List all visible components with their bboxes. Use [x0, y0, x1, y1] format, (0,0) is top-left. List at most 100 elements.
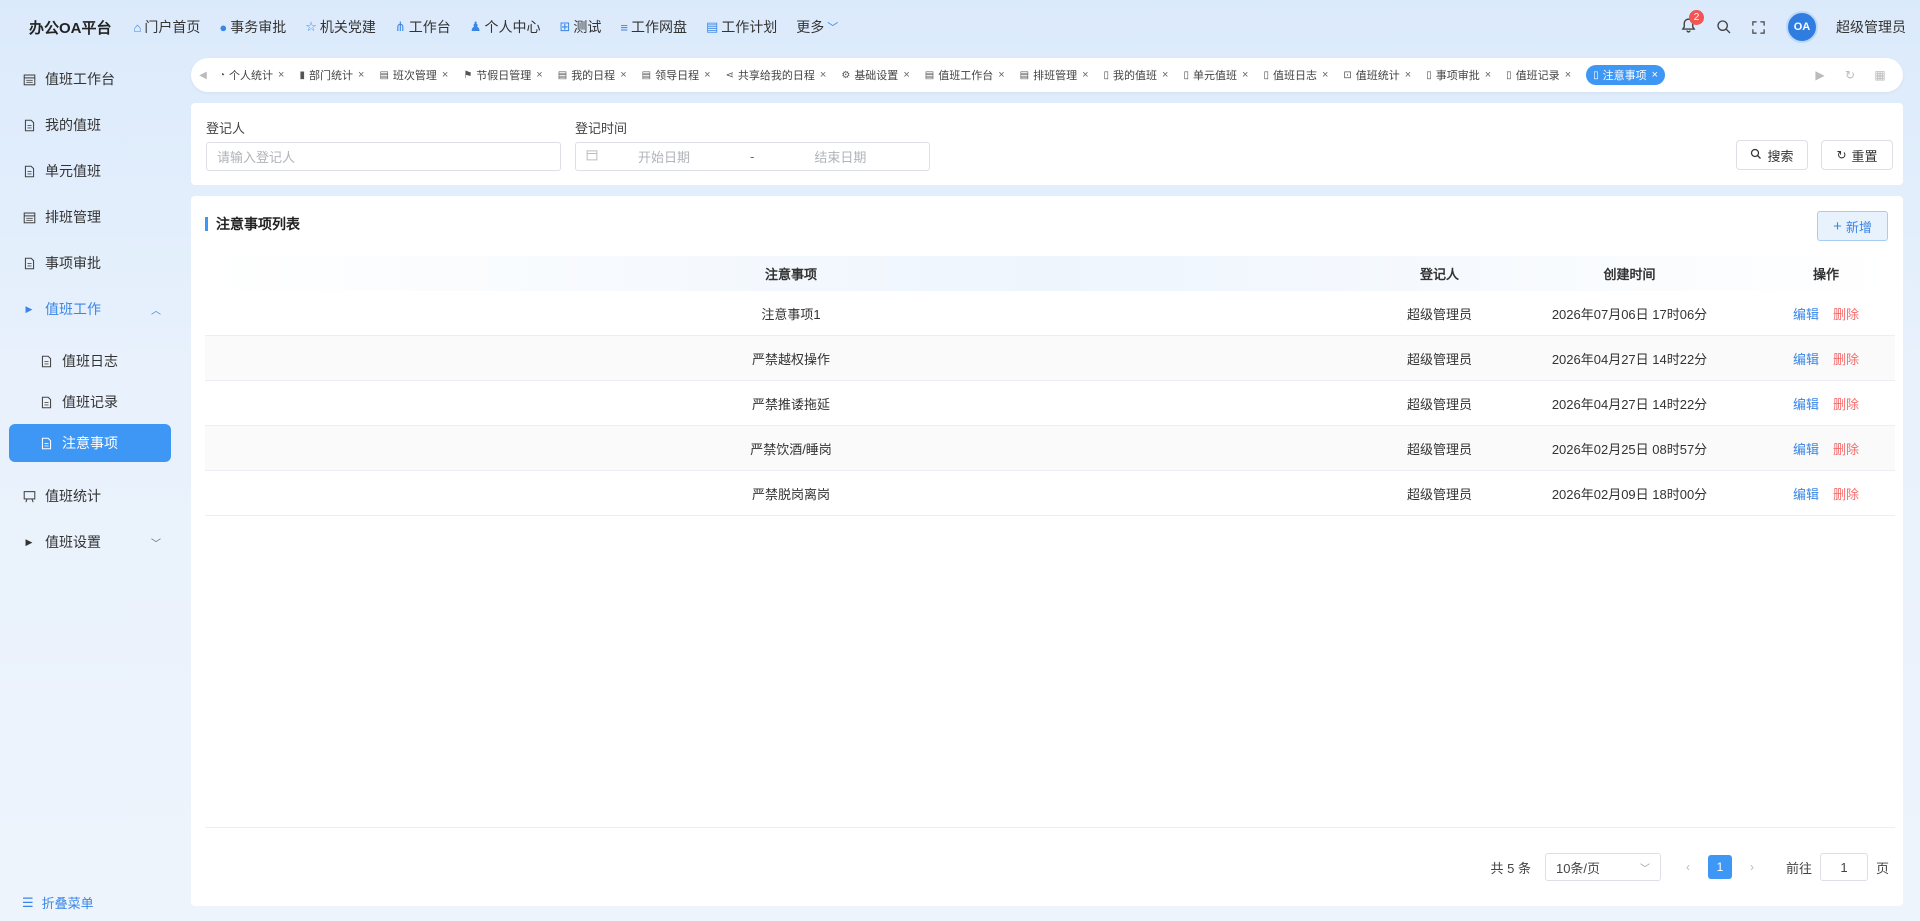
delete-link[interactable]: 删除: [1833, 397, 1859, 412]
tab-4[interactable]: ▤ 我的日程 ×: [558, 67, 627, 83]
close-icon[interactable]: ×: [820, 69, 826, 81]
tab-12[interactable]: ▯ 值班日志 ×: [1263, 67, 1328, 83]
close-icon[interactable]: ×: [1485, 69, 1491, 81]
close-icon[interactable]: ×: [442, 69, 448, 81]
tab-15[interactable]: ▯ 值班记录 ×: [1506, 67, 1571, 83]
tab-7[interactable]: ⚙ 基础设置 ×: [841, 67, 909, 83]
tab-14[interactable]: ▯ 事项审批 ×: [1426, 67, 1491, 83]
delete-link[interactable]: 删除: [1833, 352, 1859, 367]
registrant-input[interactable]: 请输入登记人: [206, 142, 561, 171]
next-page-icon[interactable]: ›: [1750, 860, 1754, 874]
tabs-scroll-right-icon[interactable]: ▶: [1805, 68, 1835, 82]
sidebar-item-unit-duty[interactable]: 单元值班: [9, 152, 171, 190]
nav-item-5[interactable]: ⊞ 测试: [559, 17, 601, 37]
sidebar-item-duty-statistics[interactable]: 值班统计: [9, 477, 171, 515]
collapse-menu-button[interactable]: ☰ 折叠菜单: [22, 893, 94, 912]
tab-2[interactable]: ▤ 班次管理 ×: [379, 67, 448, 83]
sidebar-item-approval[interactable]: 事项审批: [9, 244, 171, 282]
delete-link[interactable]: 删除: [1833, 442, 1859, 457]
plus-icon: +: [1833, 217, 1842, 235]
avatar[interactable]: OA: [1786, 11, 1818, 43]
nav-item-2[interactable]: ☆ 机关党建: [305, 17, 376, 37]
sidebar: 值班工作台 我的值班 单元值班 排班管理 事项审批 ▶ 值班工作 ︿ 值班日志 …: [0, 54, 182, 921]
edit-link[interactable]: 编辑: [1793, 487, 1819, 502]
nav-item-label: 机关党建: [319, 19, 376, 35]
nav-item-4[interactable]: ♟ 个人中心: [470, 17, 541, 37]
close-icon[interactable]: ×: [903, 69, 909, 81]
tab-10[interactable]: ▯ 我的值班 ×: [1104, 67, 1169, 83]
page-size-select[interactable]: 10条/页 ﹀: [1544, 853, 1661, 881]
refresh-icon[interactable]: ↻: [1835, 68, 1865, 82]
close-icon[interactable]: ×: [1565, 69, 1571, 81]
page-number-current[interactable]: 1: [1707, 855, 1732, 879]
nav-item-0[interactable]: ⌂ 门户首页: [134, 17, 201, 37]
close-icon[interactable]: ×: [1082, 69, 1088, 81]
tab-9[interactable]: ▤ 排班管理 ×: [1020, 67, 1089, 83]
tab-16[interactable]: ▯ 注意事项 ×: [1586, 65, 1666, 85]
close-icon[interactable]: ×: [1162, 69, 1168, 81]
column-header-registrant[interactable]: 登记人: [1377, 264, 1502, 283]
approval-icon: ●: [219, 19, 228, 35]
sidebar-item-duty-workbench[interactable]: 值班工作台: [9, 60, 171, 98]
nav-item-3[interactable]: ⋔ 工作台: [395, 17, 451, 37]
tab-label: 领导日程: [655, 70, 700, 82]
column-header-item[interactable]: 注意事项: [205, 264, 1377, 283]
document-icon: ▯: [1183, 69, 1189, 81]
edit-link[interactable]: 编辑: [1793, 397, 1819, 412]
username[interactable]: 超级管理员: [1836, 17, 1906, 37]
start-date-placeholder: 开始日期: [638, 150, 691, 165]
tab-11[interactable]: ▯ 单元值班 ×: [1183, 67, 1248, 83]
sidebar-group-duty-work[interactable]: ▶ 值班工作 ︿: [9, 290, 171, 328]
search-button[interactable]: [1714, 17, 1734, 37]
close-icon[interactable]: ×: [620, 69, 626, 81]
add-button[interactable]: + 新增: [1817, 211, 1888, 241]
edit-link[interactable]: 编辑: [1793, 442, 1819, 457]
column-header-created[interactable]: 创建时间: [1502, 264, 1757, 283]
fullscreen-button[interactable]: [1748, 17, 1768, 37]
sidebar-item-notices[interactable]: 注意事项: [9, 424, 171, 462]
close-icon[interactable]: ×: [704, 69, 710, 81]
tab-6[interactable]: ⋖ 共享给我的日程 ×: [726, 67, 827, 83]
notification-badge: 2: [1689, 10, 1704, 25]
sidebar-group-duty-settings[interactable]: ▶ 值班设置 ﹀: [9, 523, 171, 561]
edit-link[interactable]: 编辑: [1793, 352, 1819, 367]
goto-label: 前往: [1785, 860, 1812, 876]
tab-5[interactable]: ▤ 领导日程 ×: [642, 67, 711, 83]
tab-3[interactable]: ⚑ 节假日管理 ×: [463, 67, 542, 83]
tabs-scroll-left-icon[interactable]: ◀: [191, 70, 215, 81]
nav-item-1[interactable]: ● 事务审批: [219, 17, 286, 37]
close-icon[interactable]: ×: [1405, 69, 1411, 81]
edit-link[interactable]: 编辑: [1793, 307, 1819, 322]
date-range-picker[interactable]: 开始日期 - 结束日期: [575, 142, 930, 171]
tab-0[interactable]: ◔ 个人统计 ×: [219, 67, 284, 83]
close-icon[interactable]: ×: [358, 69, 364, 81]
close-icon[interactable]: ×: [1652, 69, 1658, 81]
delete-link[interactable]: 删除: [1833, 307, 1859, 322]
sidebar-item-my-duty[interactable]: 我的值班: [9, 106, 171, 144]
sidebar-item-schedule-management[interactable]: 排班管理: [9, 198, 171, 236]
close-icon[interactable]: ×: [536, 69, 542, 81]
gear-icon: ⚙: [841, 69, 851, 81]
tab-label: 部门统计: [309, 70, 353, 82]
close-icon[interactable]: ×: [278, 69, 284, 81]
goto-page-input[interactable]: 1: [1819, 853, 1868, 881]
tab-8[interactable]: ▤ 值班工作台 ×: [925, 67, 1005, 83]
reset-button[interactable]: ↻ 重置: [1821, 140, 1893, 170]
close-icon[interactable]: ×: [998, 69, 1004, 81]
notification-button[interactable]: 2: [1680, 10, 1704, 37]
tab-1[interactable]: ▮ 部门统计 ×: [299, 67, 364, 83]
close-icon[interactable]: ×: [1242, 69, 1248, 81]
prev-page-icon[interactable]: ‹: [1686, 860, 1690, 874]
tab-13[interactable]: ⊡ 值班统计 ×: [1343, 67, 1411, 83]
nav-item-6[interactable]: ≡ 工作网盘: [620, 17, 687, 37]
cell-created: 2026年04月27日 14时22分: [1551, 396, 1708, 412]
nav-item-7[interactable]: ▤ 工作计划: [706, 17, 777, 37]
search-button[interactable]: 搜索: [1736, 140, 1808, 170]
sidebar-item-duty-log[interactable]: 值班日志: [9, 342, 171, 380]
sidebar-item-duty-record[interactable]: 值班记录: [9, 383, 171, 421]
close-icon[interactable]: ×: [1322, 69, 1328, 81]
delete-link[interactable]: 删除: [1833, 487, 1859, 502]
grid-menu-icon[interactable]: ▦: [1865, 68, 1895, 82]
nav-more-menu[interactable]: 更多 ﹀: [796, 17, 838, 37]
cell-item: 注意事项1: [761, 306, 821, 322]
